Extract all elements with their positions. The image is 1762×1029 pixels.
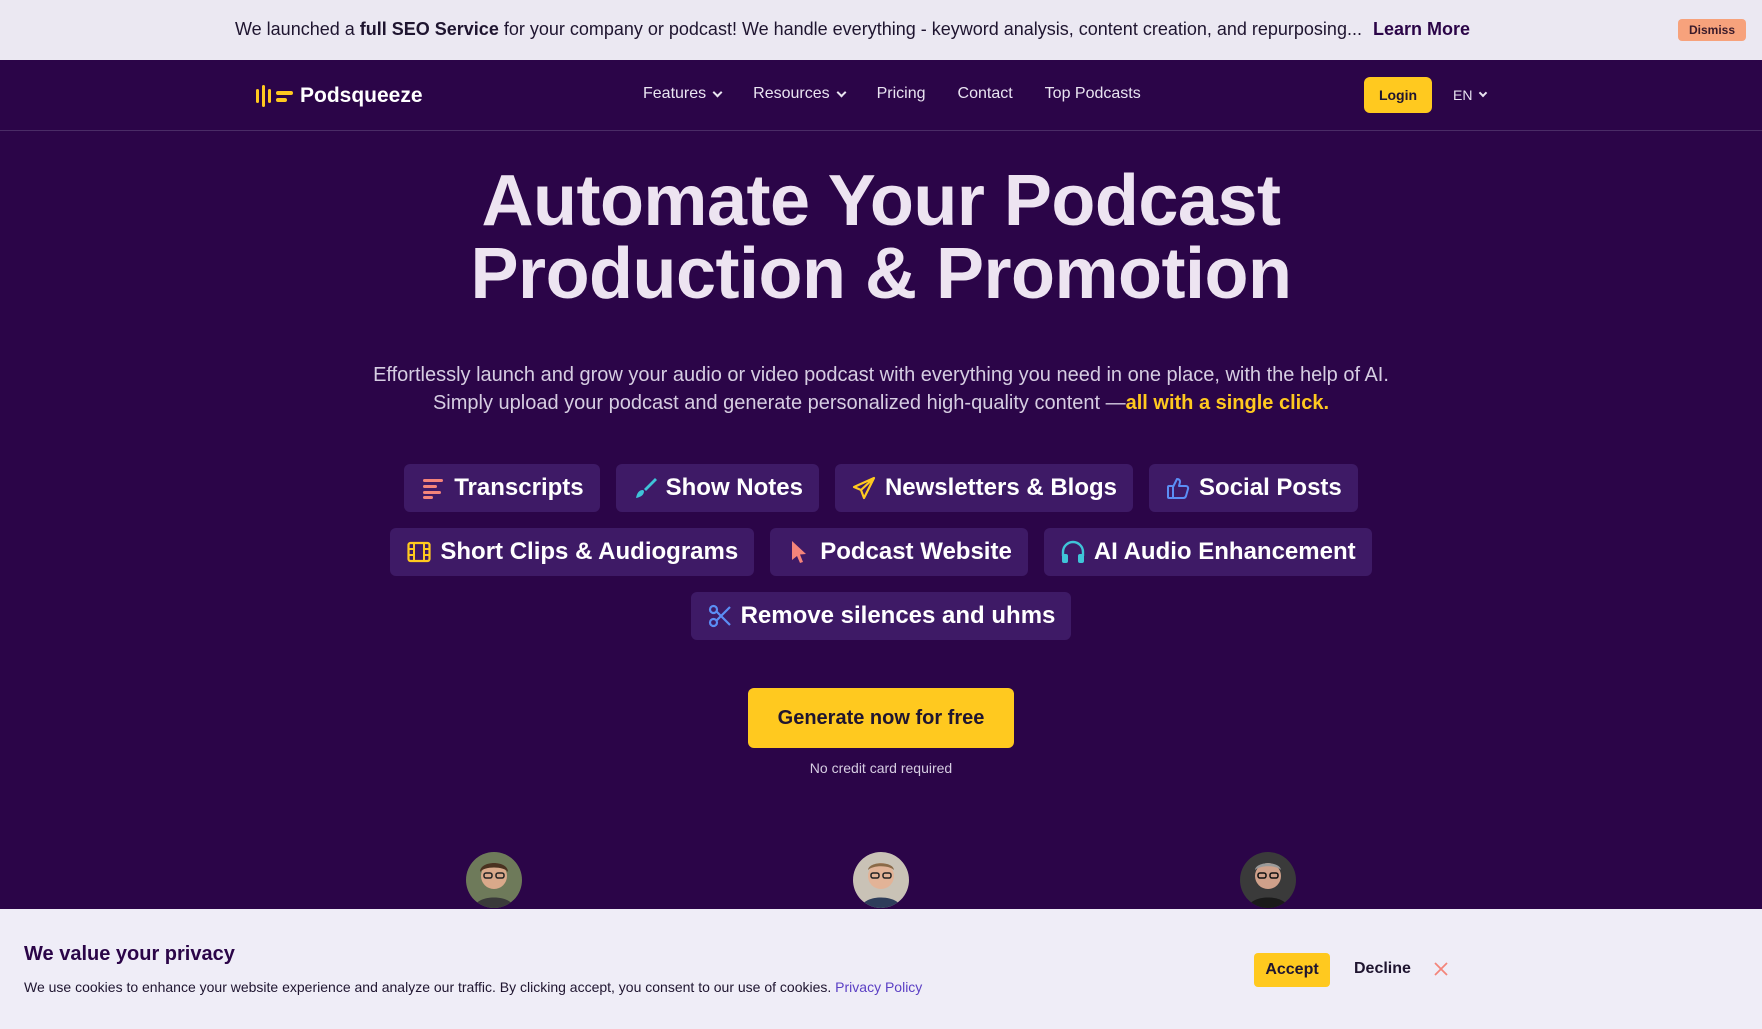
decline-button[interactable]: Decline	[1354, 960, 1411, 978]
dismiss-button[interactable]: Dismiss	[1677, 19, 1746, 41]
announcement-prefix: We launched a	[235, 19, 360, 39]
avatar	[1240, 852, 1296, 908]
cursor-icon	[786, 539, 812, 565]
privacy-policy-link[interactable]: Privacy Policy	[835, 979, 922, 995]
nav-item-label: Features	[643, 85, 707, 102]
generate-cta-button[interactable]: Generate now for free	[748, 688, 1014, 748]
film-icon	[406, 539, 432, 565]
avatar	[853, 852, 909, 908]
feature-chip-newsletters[interactable]: Newsletters & Blogs	[834, 464, 1134, 512]
brand-logo[interactable]: Podsqueeze	[256, 84, 423, 108]
feature-chip-audio-enhancement[interactable]: AI Audio Enhancement	[1043, 528, 1372, 576]
feature-chip-short-clips[interactable]: Short Clips & Audiograms	[390, 528, 755, 576]
hero-subtitle-line: Simply upload your podcast and generate …	[0, 389, 1762, 417]
feature-chip-label: Podcast Website	[820, 538, 1012, 565]
announcement-bar: We launched a full SEO Service for your …	[0, 0, 1762, 60]
paper-plane-icon	[851, 475, 877, 501]
feature-chip-social-posts[interactable]: Social Posts	[1149, 464, 1358, 512]
feature-chip-label: Remove silences and uhms	[740, 602, 1056, 629]
nav-item-pricing[interactable]: Pricing	[877, 85, 926, 103]
logo-icon	[256, 85, 293, 107]
hero-subtitle-line: Effortlessly launch and grow your audio …	[373, 364, 1389, 386]
hero-title-line: Automate Your Podcast	[481, 161, 1281, 241]
feature-chip-podcast-website[interactable]: Podcast Website	[770, 528, 1028, 576]
language-label: EN	[1453, 87, 1473, 103]
cookie-message: We use cookies to enhance your website e…	[24, 979, 836, 995]
main-nav: Podsqueeze Features Resources Pricing Co…	[0, 60, 1762, 131]
cookie-banner: We value your privacy We use cookies to …	[0, 909, 1762, 1029]
feature-chip-label: Show Notes	[665, 474, 803, 501]
headphones-icon	[1060, 539, 1086, 565]
brand-name: Podsqueeze	[300, 84, 423, 107]
feature-chip-label: Short Clips & Audiograms	[440, 538, 739, 565]
nav-item-contact[interactable]: Contact	[958, 85, 1013, 103]
feature-chips-row: Transcripts Show Notes Newsletters & Blo…	[0, 464, 1762, 512]
chevron-down-icon	[836, 87, 847, 97]
close-icon[interactable]	[1432, 960, 1450, 978]
feature-chip-label: Social Posts	[1199, 474, 1342, 501]
feature-chip-remove-silences[interactable]: Remove silences and uhms	[690, 592, 1072, 640]
nav-links: Features Resources Pricing Contact Top P…	[643, 85, 1141, 103]
nav-item-label: Resources	[753, 85, 830, 102]
scissors-icon	[707, 603, 733, 629]
login-button[interactable]: Login	[1364, 77, 1432, 113]
cta-note: No credit card required	[809, 760, 953, 776]
avatar	[466, 852, 522, 908]
nav-item-features[interactable]: Features	[643, 85, 723, 103]
nav-item-resources[interactable]: Resources	[753, 85, 847, 103]
cookie-text: We use cookies to enhance your website e…	[24, 979, 922, 995]
announcement-highlight: full SEO Service	[359, 19, 499, 39]
announcement-suffix: for your company or podcast! We handle e…	[498, 19, 1362, 39]
language-selector[interactable]: EN	[1453, 87, 1488, 103]
feature-chip-label: Newsletters & Blogs	[884, 474, 1118, 501]
brush-icon	[632, 475, 658, 501]
hero-subtitle: Effortlessly launch and grow your audio …	[0, 361, 1762, 417]
feature-chip-label: Transcripts	[454, 474, 584, 501]
chevron-down-icon	[1479, 88, 1488, 98]
lines-icon	[420, 475, 446, 501]
learn-more-link[interactable]: Learn More	[1373, 19, 1470, 39]
hero-subtitle-text: Simply upload your podcast and generate …	[432, 392, 1126, 414]
cookie-title: We value your privacy	[24, 943, 235, 965]
thumbs-up-icon	[1165, 475, 1191, 501]
announcement-text: We launched a full SEO Service for your …	[235, 19, 1470, 40]
feature-chip-transcripts[interactable]: Transcripts	[404, 464, 600, 512]
hero-subtitle-highlight: all with a single click.	[1125, 392, 1330, 414]
chevron-down-icon	[712, 87, 723, 97]
nav-item-top-podcasts[interactable]: Top Podcasts	[1045, 85, 1141, 103]
feature-chip-label: AI Audio Enhancement	[1093, 538, 1356, 565]
feature-chip-show-notes[interactable]: Show Notes	[615, 464, 819, 512]
hero-title: Automate Your Podcast Production & Promo…	[0, 165, 1762, 311]
hero-title-line: Production & Promotion	[470, 234, 1292, 314]
feature-chips-row: Short Clips & Audiograms Podcast Website…	[0, 528, 1762, 576]
feature-chips-row: Remove silences and uhms	[0, 592, 1762, 640]
accept-button[interactable]: Accept	[1254, 953, 1330, 987]
